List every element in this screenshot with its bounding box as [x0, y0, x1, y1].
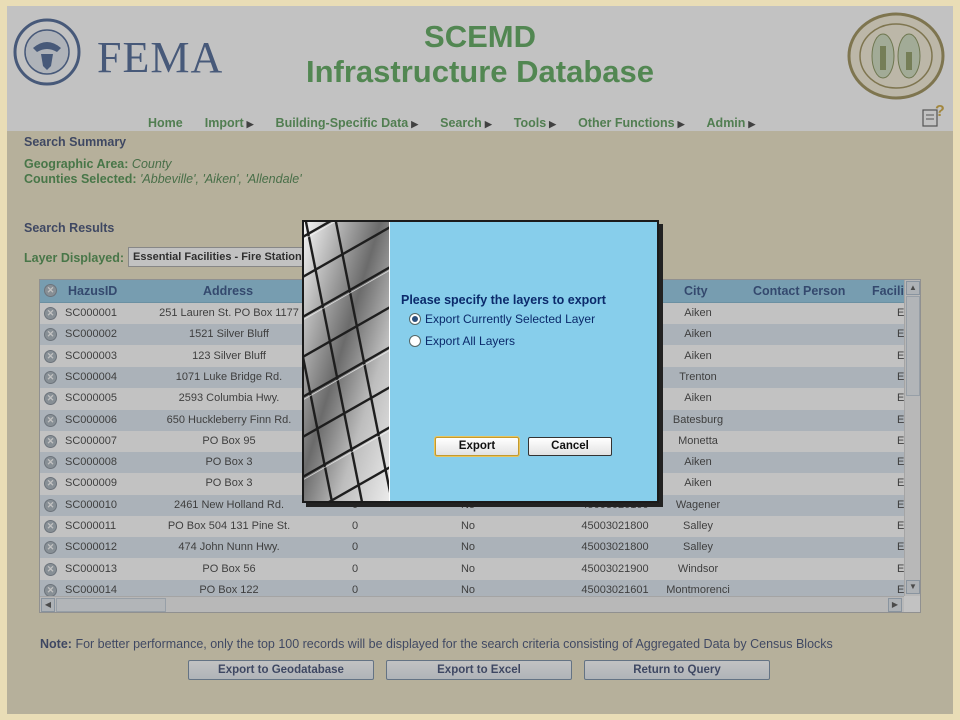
- dialog-decoration-image: [304, 222, 389, 501]
- dialog-export-button[interactable]: Export: [435, 437, 519, 456]
- dialog-prompt: Please specify the layers to export: [401, 293, 606, 307]
- page: FEMA SCEMD Infrastructure Database ? Hom…: [7, 6, 953, 714]
- radio-export-all-layers[interactable]: [409, 335, 421, 347]
- radio-export-selected-layer[interactable]: [409, 313, 421, 325]
- dialog-cancel-button[interactable]: Cancel: [528, 437, 612, 456]
- dialog-body: Please specify the layers to export Expo…: [390, 222, 657, 501]
- radio-export-selected-layer-label[interactable]: Export Currently Selected Layer: [425, 312, 595, 326]
- export-layers-dialog: Please specify the layers to export Expo…: [302, 220, 659, 503]
- radio-export-all-layers-label[interactable]: Export All Layers: [425, 334, 515, 348]
